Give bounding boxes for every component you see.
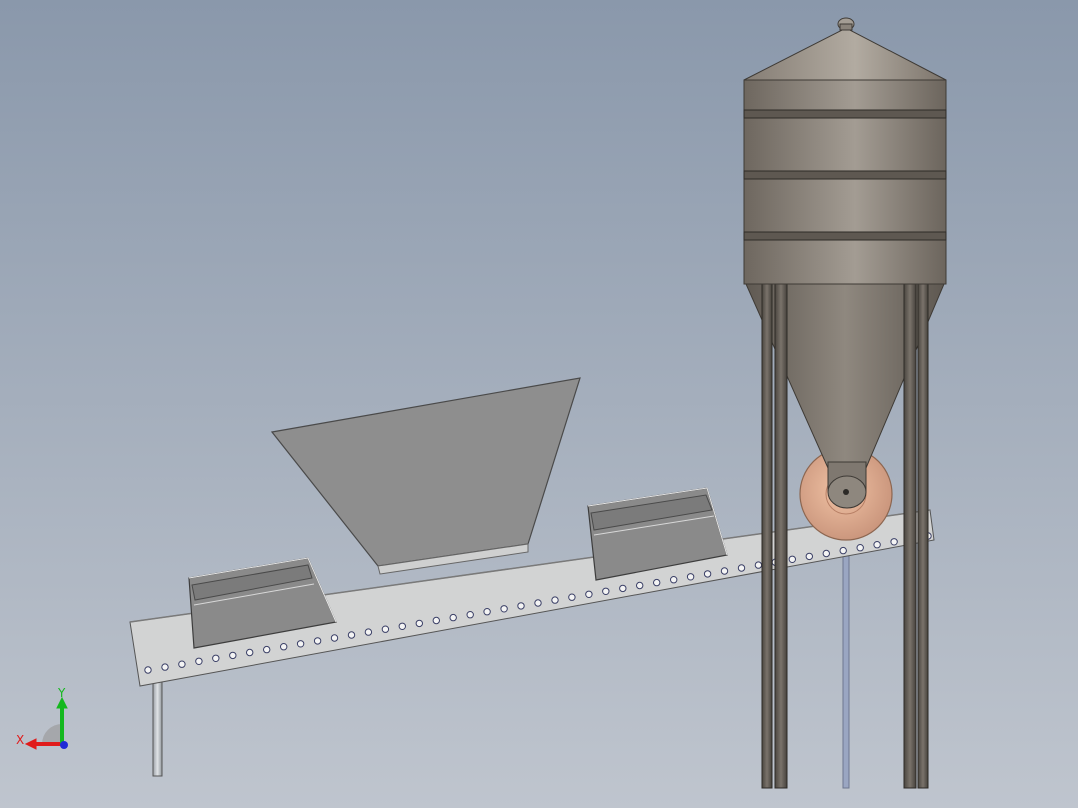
conveyor-hole (161, 663, 169, 671)
conveyor-hole (296, 640, 305, 648)
conveyor-hole (381, 625, 390, 633)
conveyor-hole (585, 590, 593, 598)
conveyor-hole (246, 648, 254, 657)
axis-triad[interactable]: X Y (12, 684, 82, 754)
conveyor-hole (500, 605, 508, 613)
conveyor-hole (839, 546, 847, 555)
conveyor-hole (703, 570, 712, 578)
conveyor-hole (280, 643, 288, 651)
model-scene[interactable] (0, 0, 1078, 808)
conveyor-hole (822, 549, 830, 558)
conveyor-hole (737, 564, 746, 572)
conveyor-hole (551, 596, 559, 604)
conveyor-hole (483, 608, 491, 616)
triad-plane-icon (42, 724, 62, 744)
conveyor-hole (449, 613, 457, 622)
conveyor-hole (398, 622, 406, 630)
graphics-viewport[interactable]: X Y (0, 0, 1078, 808)
conveyor-hole (432, 616, 440, 625)
conveyor-hole (415, 619, 423, 628)
conveyor-hole (229, 651, 237, 660)
conveyor-hole (856, 544, 864, 552)
conveyor-hole (347, 631, 356, 639)
conveyor-hole (653, 578, 661, 587)
conveyor-hole (805, 552, 813, 561)
feed-hopper[interactable] (270, 377, 581, 575)
conveyor-hole (754, 561, 763, 569)
conveyor-hole (619, 584, 627, 593)
z-axis-dot (60, 741, 68, 749)
y-axis-label: Y (57, 686, 66, 700)
conveyor-hole (873, 541, 881, 549)
conveyor-hole (364, 628, 373, 636)
silo-roof[interactable] (743, 17, 947, 81)
conveyor-hole (788, 555, 796, 563)
conveyor-hole (670, 576, 678, 584)
conveyor-hole (212, 654, 220, 662)
x-axis-label: X (16, 733, 24, 747)
conveyor-hole (890, 538, 898, 546)
conveyor-hole (263, 645, 271, 654)
conveyor-hole (686, 573, 695, 581)
conveyor-hole (466, 611, 474, 619)
conveyor-hole (144, 666, 152, 674)
conveyor-hole (568, 593, 576, 601)
conveyor-hole (720, 567, 729, 575)
conveyor-hole (636, 581, 644, 590)
conveyor-hole (178, 660, 186, 668)
conveyor-hole (330, 634, 339, 642)
conveyor-hole (517, 602, 525, 610)
right-support-rod[interactable] (842, 555, 850, 789)
silo-body[interactable] (743, 79, 947, 285)
conveyor-hole (534, 599, 542, 607)
conveyor-hole (313, 637, 322, 645)
conveyor-hole (195, 657, 203, 665)
conveyor-hole (602, 587, 610, 595)
x-axis-arrowhead (24, 738, 37, 750)
